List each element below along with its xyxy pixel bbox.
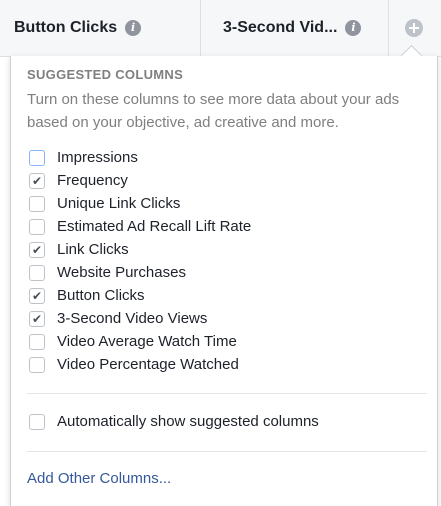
column-option[interactable]: ✔ Link Clicks xyxy=(29,238,419,261)
column-option[interactable]: Website Purchases xyxy=(29,261,419,284)
auto-show-suggested-option[interactable]: Automatically show suggested columns xyxy=(29,410,319,433)
checkbox[interactable]: ✔ xyxy=(29,310,45,327)
column-option[interactable]: ✔ Frequency xyxy=(29,169,419,192)
info-icon[interactable]: i xyxy=(125,20,142,36)
checkbox[interactable] xyxy=(29,218,45,235)
column-header-label: Button Clicks xyxy=(14,19,118,36)
section-description: Turn on these columns to see more data a… xyxy=(27,91,400,131)
option-label: Estimated Ad Recall Lift Rate xyxy=(57,218,252,235)
option-label: Frequency xyxy=(57,172,128,189)
check-icon: ✔ xyxy=(31,288,43,303)
option-label: Unique Link Clicks xyxy=(57,195,181,212)
column-option[interactable]: Video Percentage Watched xyxy=(29,353,419,376)
suggested-columns-dropdown: SUGGESTED COLUMNS Turn on these columns … xyxy=(10,56,438,506)
option-label: Automatically show suggested columns xyxy=(57,413,319,430)
option-label: Impressions xyxy=(57,149,138,166)
column-header-label: 3-Second Vid... xyxy=(223,19,338,36)
option-label: Video Percentage Watched xyxy=(57,356,239,373)
option-label: 3-Second Video Views xyxy=(57,310,208,327)
column-option[interactable]: Unique Link Clicks xyxy=(29,192,419,215)
option-label: Video Average Watch Time xyxy=(57,333,237,350)
column-header-button-clicks[interactable]: Button Clicks i xyxy=(0,0,201,56)
checkbox[interactable] xyxy=(29,333,45,350)
checkbox[interactable]: ✔ xyxy=(29,241,45,258)
option-label: Button Clicks xyxy=(57,287,145,304)
checkbox[interactable] xyxy=(29,149,45,166)
column-option[interactable]: ✔ Button Clicks xyxy=(29,284,419,307)
column-option[interactable]: ✔ 3-Second Video Views xyxy=(29,307,419,330)
checkbox[interactable] xyxy=(29,413,45,430)
checkbox[interactable] xyxy=(29,195,45,212)
divider xyxy=(27,393,427,394)
table-header-row: Button Clicks i 3-Second Vid... i xyxy=(0,0,441,57)
plus-circle-icon xyxy=(405,19,423,37)
checkbox[interactable]: ✔ xyxy=(29,287,45,304)
suggested-columns-list: Impressions ✔ Frequency Unique Link Clicks E… xyxy=(29,146,419,376)
column-option[interactable]: Impressions xyxy=(29,146,419,169)
checkbox[interactable]: ✔ xyxy=(29,172,45,189)
check-icon: ✔ xyxy=(31,311,43,326)
add-other-columns-link[interactable]: Add Other Columns... xyxy=(27,470,171,487)
column-header-3-second-video[interactable]: 3-Second Vid... i xyxy=(201,0,389,56)
column-option[interactable]: Video Average Watch Time xyxy=(29,330,419,353)
info-icon[interactable]: i xyxy=(345,20,362,36)
checkbox[interactable] xyxy=(29,356,45,373)
checkbox[interactable] xyxy=(29,264,45,281)
option-label: Website Purchases xyxy=(57,264,186,281)
option-label: Link Clicks xyxy=(57,241,129,258)
column-option[interactable]: Estimated Ad Recall Lift Rate xyxy=(29,215,419,238)
divider xyxy=(27,451,427,452)
check-icon: ✔ xyxy=(31,173,43,188)
add-column-button[interactable] xyxy=(400,14,428,42)
check-icon: ✔ xyxy=(31,242,43,257)
section-title: SUGGESTED COLUMNS xyxy=(27,67,184,82)
